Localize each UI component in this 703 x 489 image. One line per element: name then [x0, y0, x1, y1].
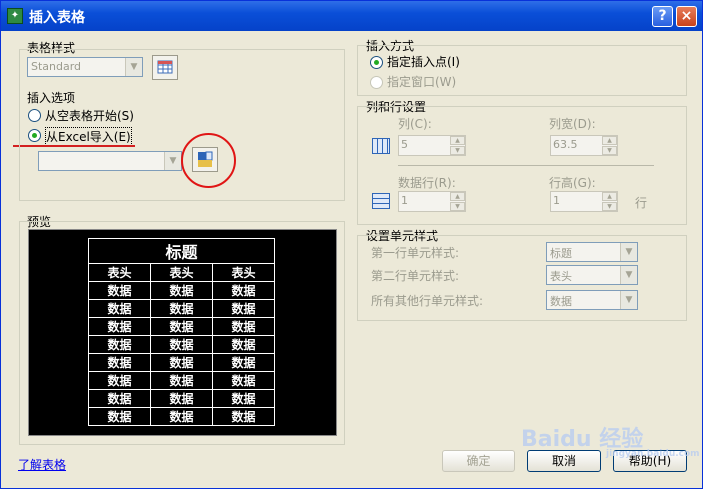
title-bar: ✦ 插入表格 ? × [1, 1, 702, 31]
watermark-subtext: jingyan.baidu.com [606, 449, 700, 459]
table-options-group [19, 49, 345, 201]
insert-mode-group [357, 45, 687, 96]
cell-style-group [357, 235, 687, 321]
insert-table-dialog: ✦ 插入表格 ? × 表格样式 Standard ▼ 插入选项 从空表格开始(S… [0, 0, 703, 489]
window-title: 插入表格 [29, 10, 85, 26]
preview-group [19, 221, 345, 445]
help-button[interactable]: ? [652, 6, 673, 27]
watermark-logo: Baidu 经验 jingyan.baidu.com [521, 421, 700, 459]
ok-button[interactable]: 确定 [442, 450, 515, 472]
close-button[interactable]: × [676, 6, 697, 27]
learn-table-link[interactable]: 了解表格 [18, 456, 66, 473]
column-row-group [357, 106, 687, 225]
table-app-icon: ✦ [7, 8, 23, 24]
